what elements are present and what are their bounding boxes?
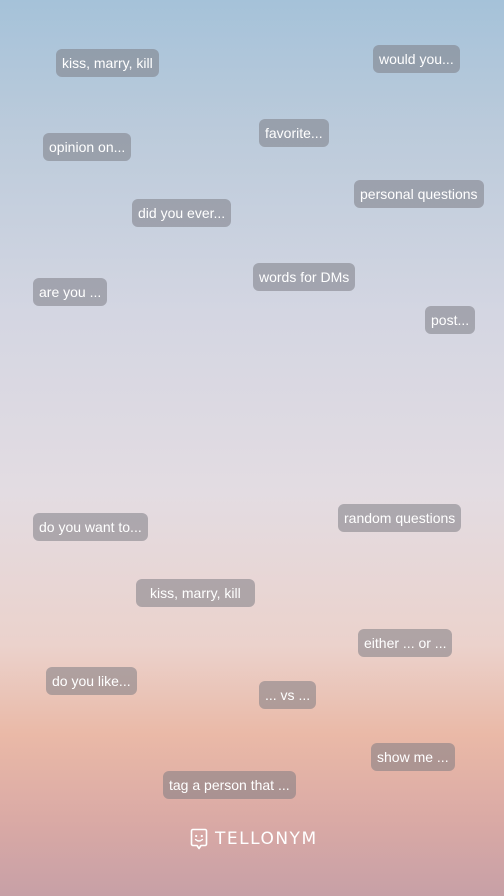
prompt-chip-are-you[interactable]: are you ... — [33, 278, 108, 306]
prompt-chip-kiss-marry-kill-2[interactable]: kiss, marry, kill — [136, 579, 255, 607]
prompt-chip-do-you-like[interactable]: do you like... — [46, 667, 137, 695]
prompt-chip-vs[interactable]: ... vs ... — [259, 681, 317, 709]
prompt-chip-show-me[interactable]: show me ... — [371, 743, 455, 771]
prompt-chip-personal-questions[interactable]: personal questions — [354, 180, 484, 208]
prompt-chip-post[interactable]: post... — [425, 306, 476, 334]
prompt-chip-kiss-marry-kill[interactable]: kiss, marry, kill — [56, 49, 159, 77]
tellonym-logo-icon — [190, 828, 208, 850]
prompt-chip-either-or[interactable]: either ... or ... — [358, 629, 453, 657]
brand-name: TELLONYM — [215, 829, 318, 849]
prompt-chip-do-you-want-to[interactable]: do you want to... — [33, 513, 148, 541]
prompt-chip-random-questions[interactable]: random questions — [338, 504, 462, 532]
prompt-chip-opinion-on[interactable]: opinion on... — [43, 133, 132, 161]
brand-logo: TELLONYM — [190, 827, 318, 851]
prompt-chip-did-you-ever[interactable]: did you ever... — [132, 199, 232, 227]
prompt-chip-favorite[interactable]: favorite... — [259, 119, 329, 147]
prompt-chip-words-for-dms[interactable]: words for DMs — [253, 263, 356, 291]
prompt-chip-tag-a-person[interactable]: tag a person that ... — [163, 771, 296, 799]
prompt-chip-would-you[interactable]: would you... — [373, 45, 460, 73]
